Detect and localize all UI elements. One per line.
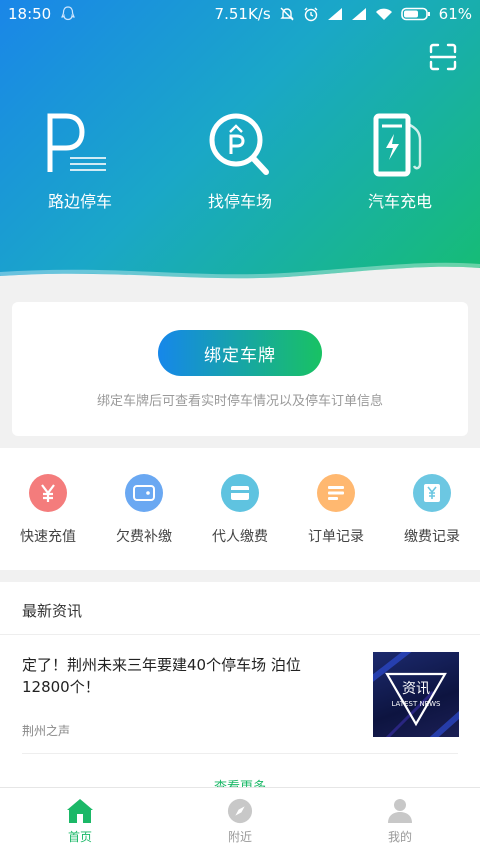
roadside-parking-button[interactable]: 路边停车 [0,110,160,212]
news-item-source: 荆州之声 [22,724,71,738]
divider [0,634,480,635]
bind-plate-hint: 绑定车牌后可查看实时停车情况以及停车订单信息 [96,394,383,409]
quick-recharge-label: 快速充值 [20,529,76,545]
yuan-icon [29,474,67,512]
receipt-icon [413,474,451,512]
top-actions: 路边停车 找停车场 汽车充电 [0,110,480,212]
find-parking-lot-label: 找停车场 [207,192,272,211]
user-icon [388,799,412,823]
news-item-title[interactable]: 定了！荆州未来三年要建40个停车场 泊位12800个！ [22,654,312,698]
signal-icon-2 [351,8,366,20]
arrears-payment-label: 欠费补缴 [116,529,172,545]
find-parking-lot-icon [209,113,269,175]
roadside-parking-icon [47,113,106,172]
bind-plate-card: 绑定车牌 绑定车牌后可查看实时停车情况以及停车订单信息 [12,302,468,436]
payment-records-button[interactable]: 缴费记录 [384,474,480,570]
ev-charging-label: 汽车充电 [367,192,432,211]
news-section: 最新资讯 定了！荆州未来三年要建40个停车场 泊位12800个！ 荆州之声 资讯… [0,582,480,795]
nav-home[interactable]: 首页 [0,788,160,853]
news-thumbnail-title: 资讯 [402,681,430,697]
find-parking-lot-button[interactable]: 找停车场 [160,110,320,212]
wallet-icon [125,474,163,512]
card-icon [221,474,259,512]
nav-mine-label: 我的 [387,830,412,844]
divider [22,753,458,754]
status-time: 18:50 [8,5,52,23]
wifi-icon [375,8,392,20]
mute-icon [279,7,294,21]
nav-home-label: 首页 [67,830,92,844]
signal-icon [327,8,342,20]
header-wave [0,262,480,290]
news-thumbnail-subtitle: LATEST NEWS [392,700,442,708]
shortcut-row: 快速充值 欠费补缴 代人缴费 订单记录 缴费记录 [0,448,480,570]
nav-nearby-label: 附近 [227,830,252,844]
news-thumbnail[interactable]: 资讯 LATEST NEWS [373,652,459,737]
home-icon [67,799,93,823]
alarm-icon [304,7,318,22]
news-section-title: 最新资讯 [22,602,83,620]
pay-for-others-label: 代人缴费 [212,529,268,545]
pay-for-others-button[interactable]: 代人缴费 [192,474,288,570]
network-speed: 7.51K/s [214,5,271,23]
bind-plate-button[interactable]: 绑定车牌 [158,330,322,376]
news-thumbnail-graphic: 资讯 LATEST NEWS [373,652,459,737]
status-bar: 18:50 7.51K/s 61% [0,0,480,28]
battery-percent: 61% [438,5,472,23]
battery-icon [400,7,430,21]
nav-nearby[interactable]: 附近 [160,788,320,853]
qq-icon [61,6,76,21]
scan-icon[interactable] [428,42,458,72]
roadside-parking-label: 路边停车 [47,192,112,211]
bottom-nav: 首页 附近 我的 [0,787,480,853]
ev-charging-icon [373,113,422,177]
nav-mine[interactable]: 我的 [320,788,480,853]
compass-icon [227,798,253,824]
payment-records-label: 缴费记录 [404,529,460,545]
order-records-label: 订单记录 [308,529,364,545]
ev-charging-button[interactable]: 汽车充电 [320,110,480,212]
arrears-payment-button[interactable]: 欠费补缴 [96,474,192,570]
order-records-button[interactable]: 订单记录 [288,474,384,570]
quick-recharge-button[interactable]: 快速充值 [0,474,96,570]
list-icon [317,474,355,512]
header-banner: 18:50 7.51K/s 61% 路边停车 找停车场 汽车充电 [0,0,480,290]
